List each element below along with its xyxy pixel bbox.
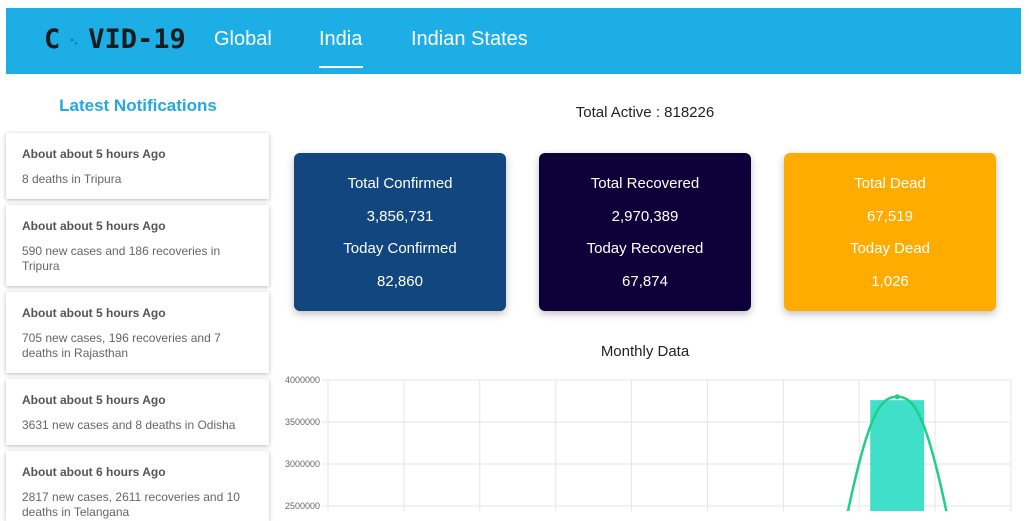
notification-time: About about 5 hours Ago: [22, 393, 166, 407]
card-value: 67,519: [867, 208, 913, 225]
card-label: Today Recovered: [586, 240, 704, 257]
nav-global[interactable]: Global: [214, 26, 272, 52]
notification-card[interactable]: About about 5 hours Ago 590 new cases an…: [6, 205, 269, 286]
chart-title: Monthly Data: [600, 343, 690, 360]
nav-indian-states[interactable]: Indian States: [411, 26, 528, 52]
card-value: 1,026: [871, 273, 909, 290]
notification-text: 2817 new cases, 2611 recoveries and 10 d…: [22, 490, 240, 519]
logo-text-left: C: [44, 24, 61, 55]
card-label: Today Confirmed: [343, 240, 457, 257]
card-value: 67,874: [622, 273, 668, 290]
card-label: Total Confirmed: [347, 175, 453, 192]
y-tick-label: 3500000: [285, 417, 320, 427]
total-active-label: Total Active : 818226: [575, 104, 715, 121]
card-label: Total Dead: [854, 175, 926, 192]
notification-text: 3631 new cases and 8 deaths in Odisha: [22, 418, 236, 432]
card-value: 2,970,389: [611, 208, 679, 225]
notification-time: About about 5 hours Ago: [22, 147, 166, 161]
total-confirmed-card: Total Confirmed 3,856,731 Today Confirme…: [294, 153, 506, 311]
y-tick-label: 3000000: [285, 459, 320, 469]
y-tick-label: 4000000: [285, 375, 320, 385]
nav-india[interactable]: India: [319, 26, 362, 52]
virus-icon: [62, 28, 87, 54]
card-value: 82,860: [377, 273, 423, 290]
chart-canvas: 4000000 3500000 3000000 2500000: [285, 375, 1012, 516]
top-navbar: C VID-19 Global India Indian States: [6, 8, 1021, 74]
notification-card[interactable]: About about 5 hours Ago 8 deaths in Trip…: [6, 133, 269, 199]
active-nav-indicator: [319, 66, 363, 68]
notification-time: About about 5 hours Ago: [22, 306, 166, 320]
notification-time: About about 5 hours Ago: [22, 219, 166, 233]
y-tick-label: 2500000: [285, 501, 320, 511]
logo-text-right: VID-19: [88, 24, 186, 55]
notification-time: About about 6 hours Ago: [22, 465, 166, 479]
total-recovered-card: Total Recovered 2,970,389 Today Recovere…: [539, 153, 751, 311]
total-dead-card: Total Dead 67,519 Today Dead 1,026: [784, 153, 996, 311]
app-logo[interactable]: C VID-19: [44, 22, 186, 58]
notifications-title: Latest Notifications: [59, 96, 217, 115]
notification-text: 8 deaths in Tripura: [22, 172, 122, 186]
card-label: Total Recovered: [590, 175, 700, 192]
notification-text: 590 new cases and 186 recoveries in Trip…: [22, 244, 221, 273]
card-label: Today Dead: [849, 240, 931, 257]
chart-bar: [870, 400, 925, 511]
notification-card[interactable]: About about 5 hours Ago 3631 new cases a…: [6, 379, 269, 445]
notification-text: 705 new cases, 196 recoveries and 7 deat…: [22, 331, 221, 360]
chart-point: [894, 394, 900, 400]
notification-card[interactable]: About about 5 hours Ago 705 new cases, 1…: [6, 292, 269, 373]
card-value: 3,856,731: [366, 208, 434, 225]
monthly-chart: 4000000 3500000 3000000 2500000: [276, 370, 1029, 516]
